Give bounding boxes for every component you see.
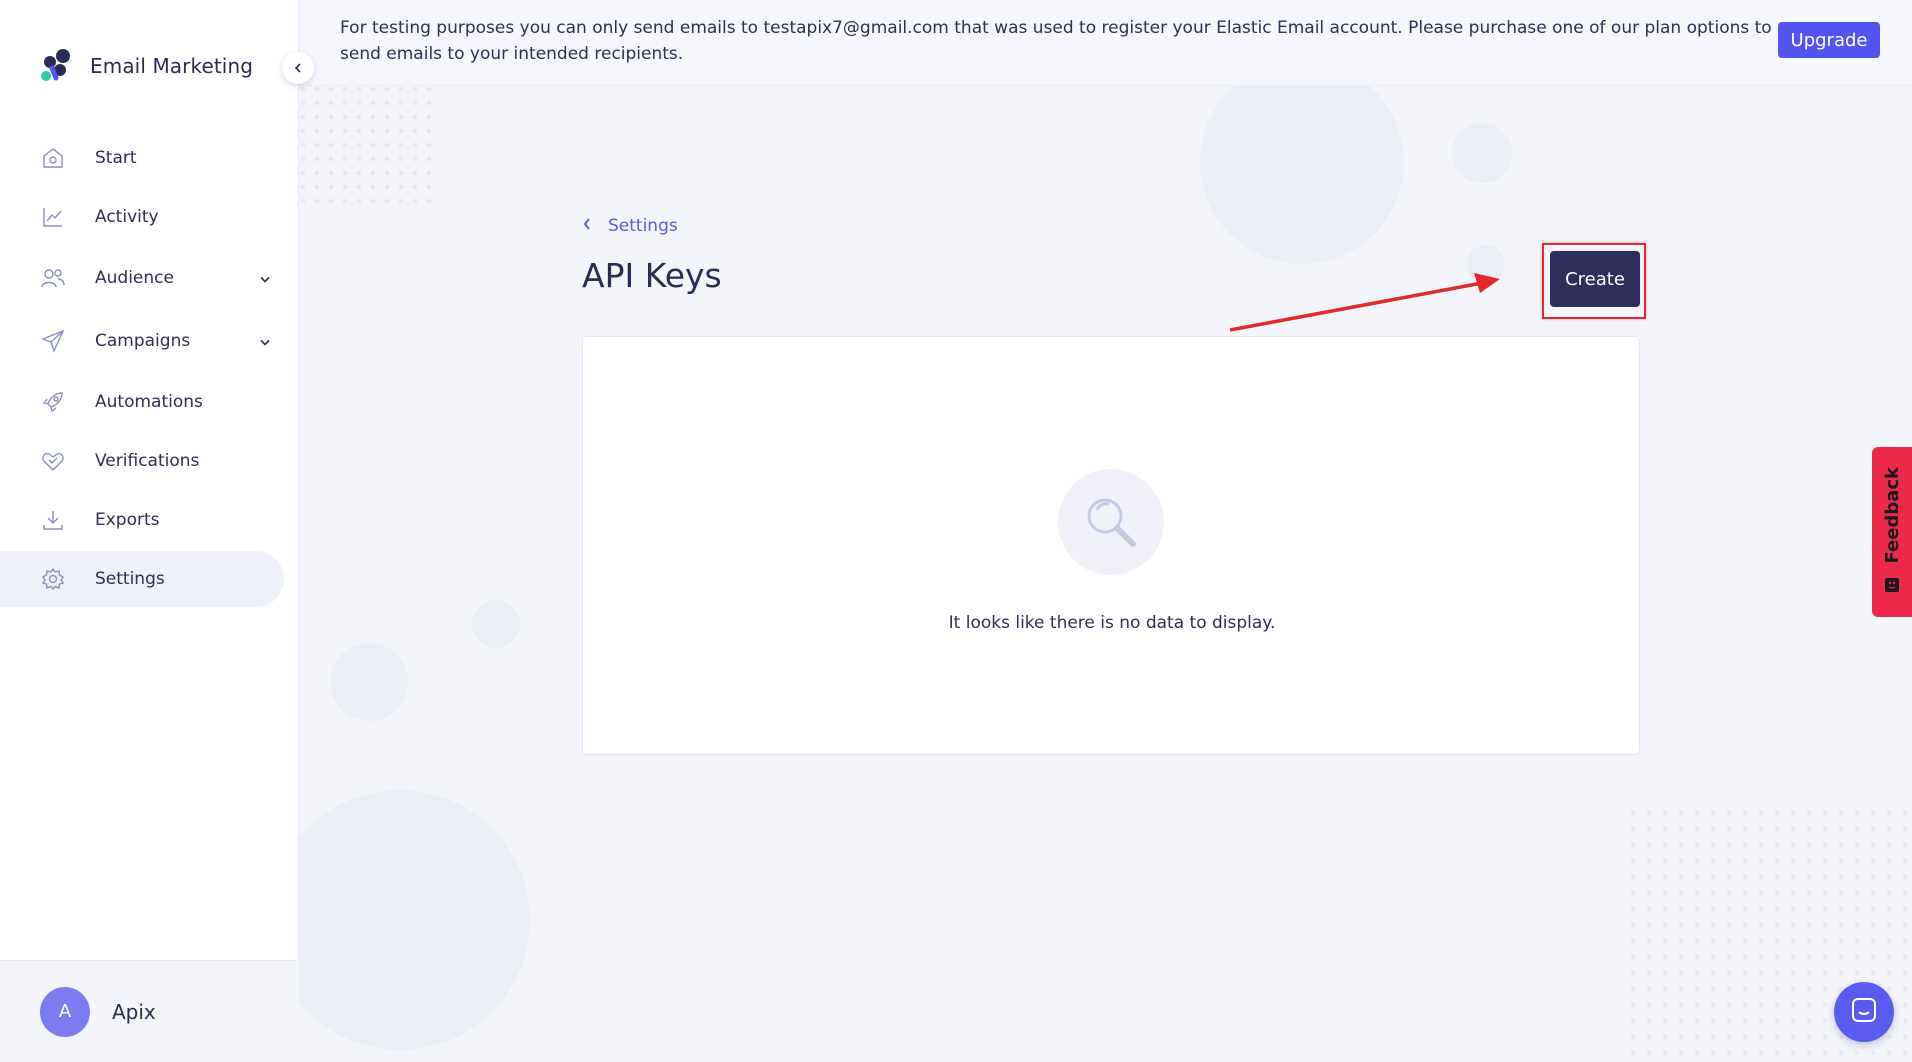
page-title: API Keys [582, 256, 722, 295]
brand[interactable]: Email Marketing [38, 48, 253, 84]
nav-item-verifications[interactable]: Verifications [0, 433, 299, 489]
create-button[interactable]: Create [1550, 251, 1640, 307]
nav-label: Automations [95, 392, 203, 412]
nav-item-start[interactable]: Start [0, 130, 299, 186]
upgrade-button[interactable]: Upgrade [1778, 22, 1880, 58]
chart-icon [40, 204, 66, 230]
nav-label: Start [95, 148, 137, 168]
feedback-tab[interactable]: Feedback [1872, 447, 1912, 617]
nav-item-campaigns[interactable]: Campaigns [0, 311, 299, 371]
sidebar: Email Marketing Start Activity Audience … [0, 0, 299, 1062]
nav-item-exports[interactable]: Exports [0, 492, 299, 548]
nav-label: Audience [95, 268, 174, 288]
annotation-highlight-box: Create [1542, 243, 1646, 319]
chevron-left-icon [582, 216, 592, 236]
user-profile[interactable]: A Apix [0, 960, 299, 1062]
app-root: Email Marketing Start Activity Audience … [0, 0, 1912, 1062]
brand-title: Email Marketing [90, 54, 254, 78]
main-nav: Start Activity Audience Campaigns Automa… [0, 130, 299, 610]
home-icon [40, 145, 66, 171]
nav-label: Campaigns [95, 331, 191, 351]
smiley-icon [1884, 577, 1900, 597]
users-icon [40, 265, 66, 291]
feedback-label: Feedback [1881, 466, 1903, 564]
breadcrumb-settings-link[interactable]: Settings [608, 216, 678, 236]
chevron-down-icon [259, 269, 271, 288]
chevron-down-icon [259, 332, 271, 351]
nav-label: Verifications [95, 451, 200, 471]
empty-state-search-icon [1058, 469, 1164, 575]
nav-item-activity[interactable]: Activity [0, 189, 299, 245]
collapse-sidebar-button[interactable] [282, 52, 314, 84]
nav-item-settings[interactable]: Settings [0, 551, 284, 607]
nav-item-audience[interactable]: Audience [0, 248, 299, 308]
chat-launcher-button[interactable] [1834, 982, 1894, 1042]
brand-logo-icon [38, 48, 72, 84]
nav-label: Settings [95, 569, 165, 589]
testing-banner: For testing purposes you can only send e… [300, 0, 1912, 86]
annotation-arrow [1229, 273, 1500, 332]
rocket-icon [40, 389, 66, 415]
user-name: Apix [112, 999, 156, 1024]
breadcrumb[interactable]: Settings [582, 216, 678, 236]
nav-item-automations[interactable]: Automations [0, 374, 299, 430]
chevron-left-icon [293, 59, 303, 78]
empty-state-text: It looks like there is no data to displa… [948, 613, 1276, 633]
chat-icon [1850, 996, 1878, 1028]
main-content: Settings API Keys Create It looks like t… [300, 86, 1912, 1062]
download-icon [40, 507, 66, 533]
nav-label: Exports [95, 510, 160, 530]
banner-text: For testing purposes you can only send e… [340, 18, 1772, 64]
nav-label: Activity [95, 207, 159, 227]
gear-icon [40, 566, 66, 592]
api-keys-table: It looks like there is no data to displa… [582, 336, 1640, 755]
avatar: A [40, 986, 90, 1037]
paper-plane-icon [40, 328, 66, 354]
heart-badge-icon [40, 448, 66, 474]
